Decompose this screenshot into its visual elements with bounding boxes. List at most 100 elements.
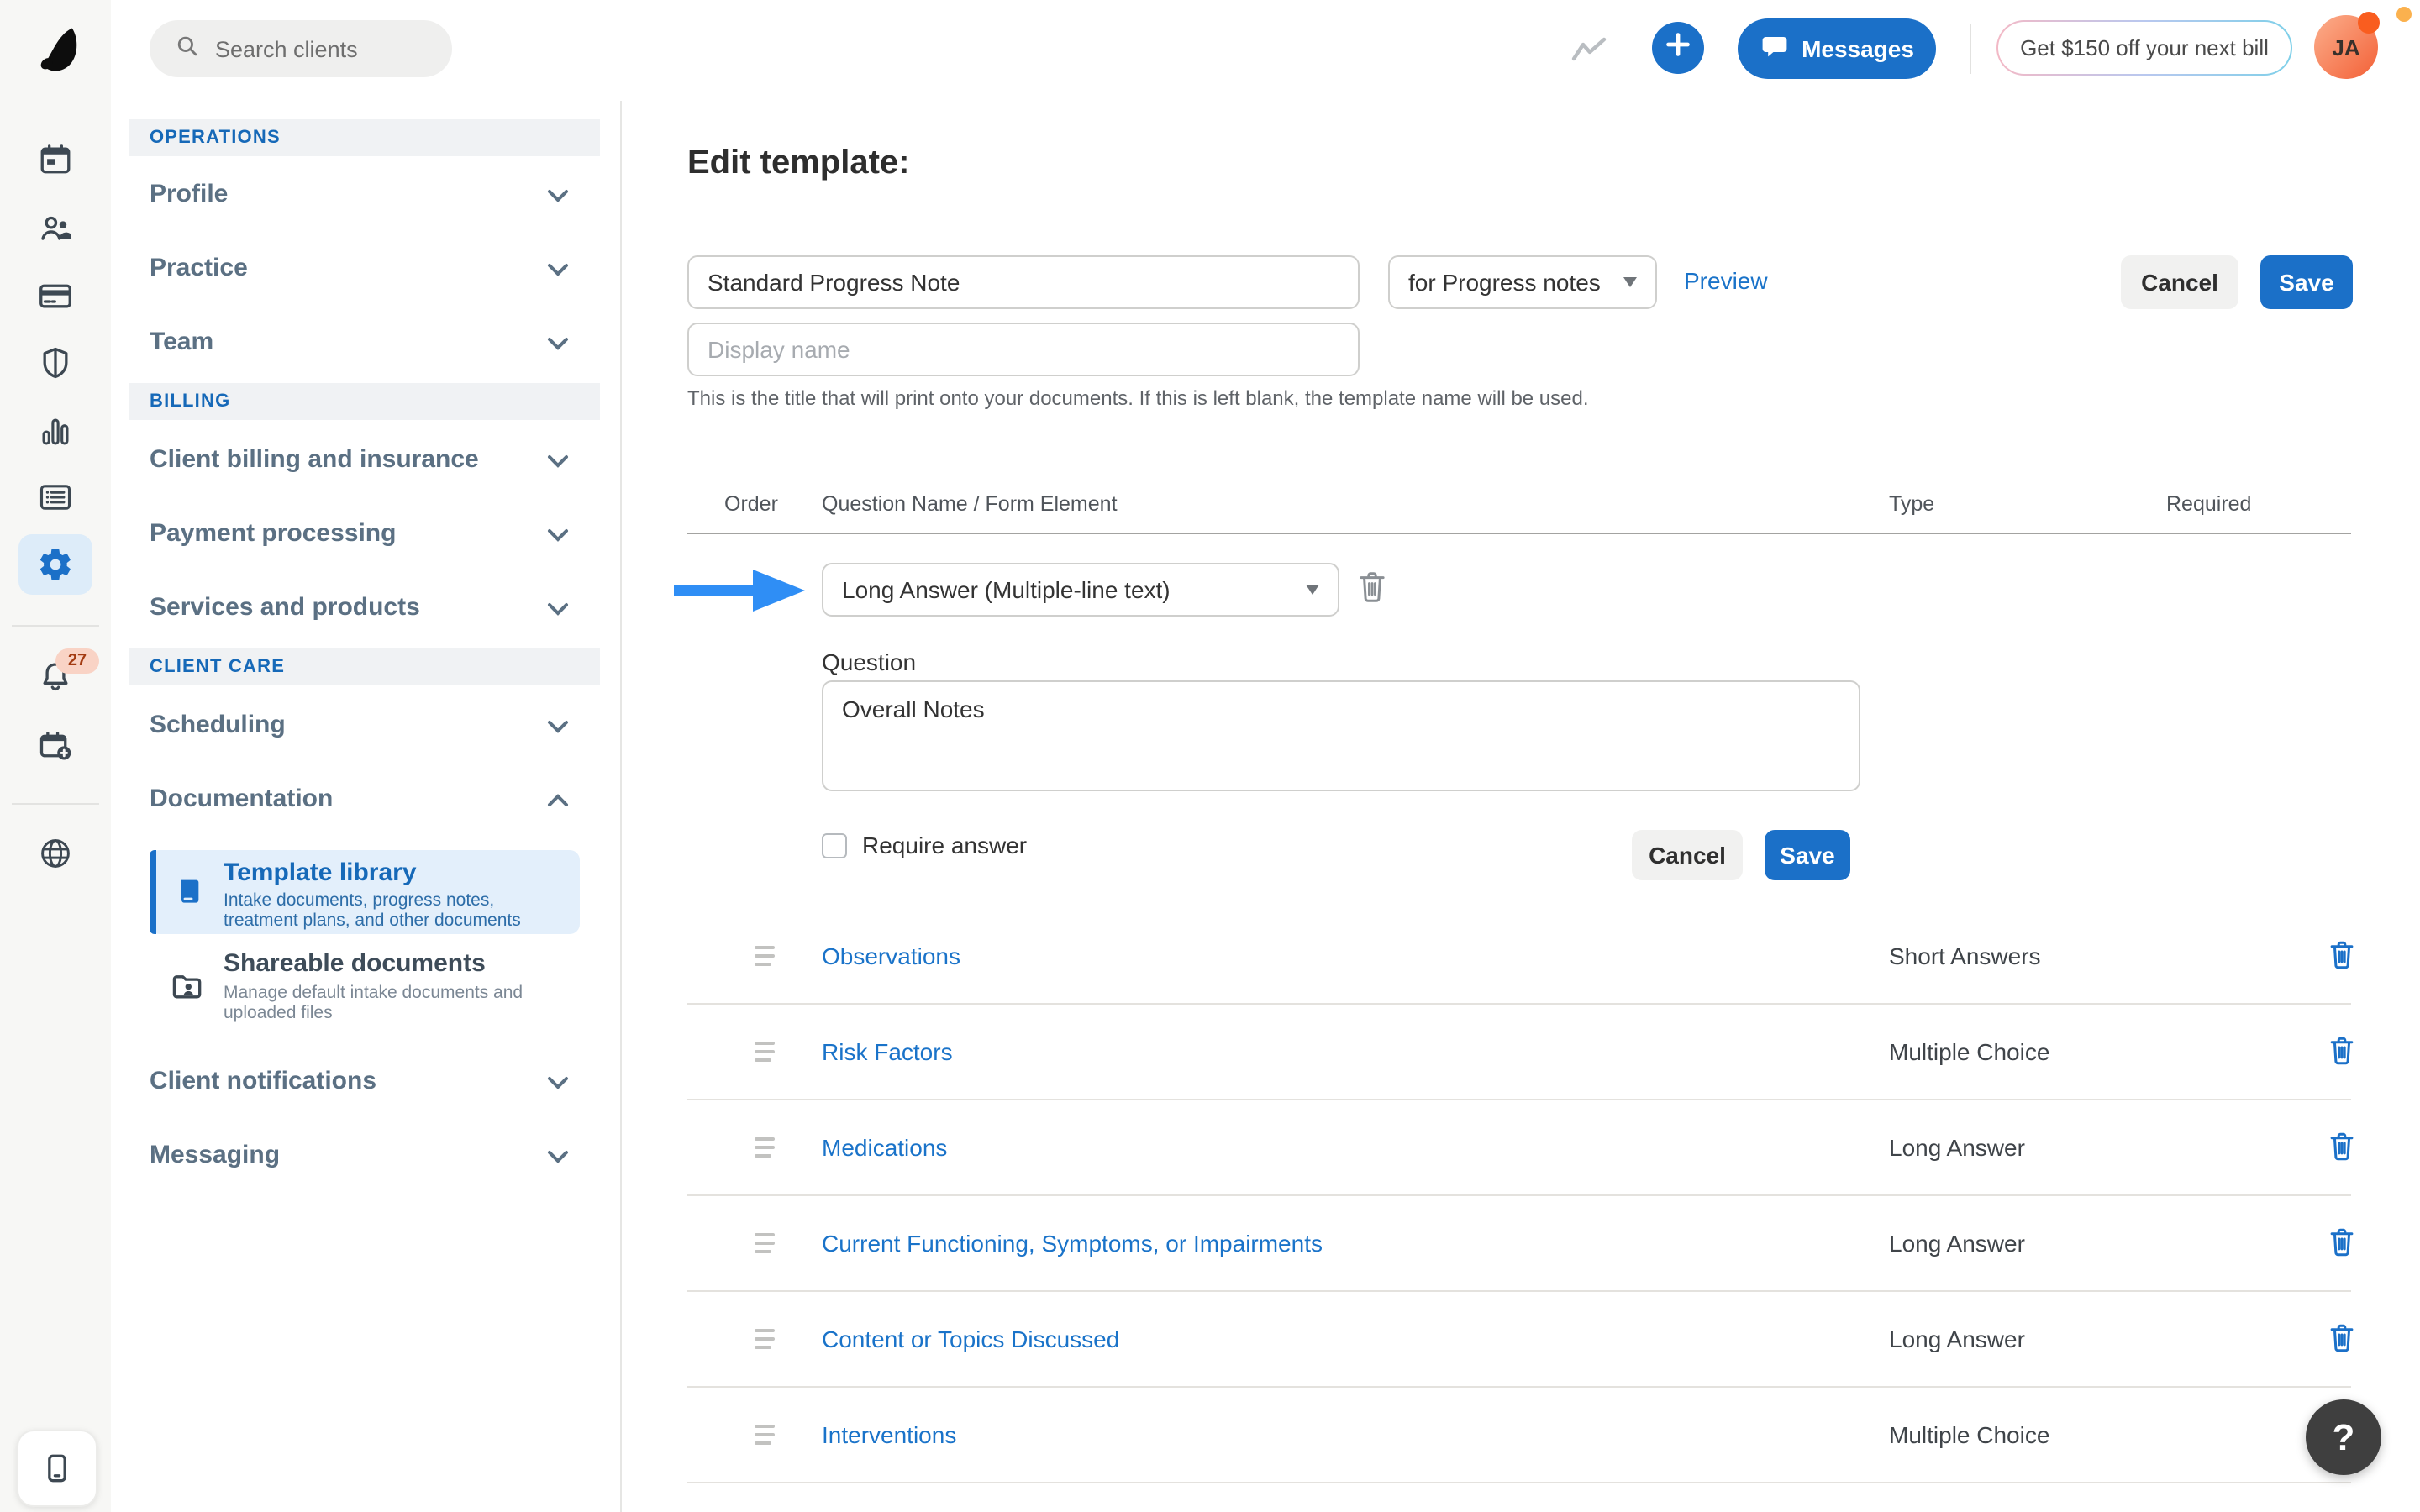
offer-label: Get $150 off your next bill	[2020, 35, 2269, 60]
question-type: Long Answer	[1889, 1134, 2025, 1161]
simplepractice-logo-icon[interactable]	[32, 25, 79, 72]
drag-handle-icon[interactable]	[755, 1233, 778, 1263]
chevron-down-icon	[546, 188, 570, 203]
sidebar-item-template-library-active[interactable]: Template library Intake documents, progr…	[150, 850, 580, 934]
sidebar-item-payment-processing[interactable]: Payment processing	[150, 497, 580, 571]
rail-divider	[12, 625, 99, 627]
search-icon	[173, 32, 202, 66]
notes-list-icon[interactable]	[37, 479, 74, 516]
template-name-input[interactable]	[687, 255, 1360, 309]
avatar-status-dot	[2358, 12, 2380, 34]
cancel-button[interactable]: Cancel	[2121, 255, 2238, 309]
billing-card-icon[interactable]	[37, 277, 74, 314]
messages-label: Messages	[1802, 35, 1914, 62]
sidebar-item-client-notifications[interactable]: Client notifications	[150, 1045, 580, 1119]
clients-icon[interactable]	[37, 210, 74, 247]
calendar-add-icon[interactable]	[37, 727, 74, 764]
question-textarea[interactable]: Overall Notes	[822, 680, 1860, 791]
delete-row-button[interactable]	[2326, 1129, 2358, 1173]
settings-sidebar: OPERATIONS Profile Practice Team BILLING…	[111, 101, 622, 1512]
trend-icon[interactable]	[1571, 37, 1607, 71]
question-type: Multiple Choice	[1889, 1421, 2049, 1448]
sidebar-item-team[interactable]: Team	[150, 306, 580, 380]
messages-button[interactable]: Messages	[1738, 18, 1936, 79]
question-link[interactable]: Content or Topics Discussed	[822, 1326, 1119, 1352]
mobile-app-button[interactable]	[17, 1430, 97, 1507]
table-header-divider	[687, 533, 2351, 534]
plus-icon	[1665, 31, 1691, 65]
offer-button[interactable]: Get $150 off your next bill	[1996, 20, 2292, 76]
drag-handle-icon[interactable]	[755, 1425, 778, 1455]
sidebar-item-scheduling[interactable]: Scheduling	[150, 689, 580, 763]
create-new-button[interactable]	[1652, 22, 1704, 74]
topbar-divider	[1970, 24, 1971, 74]
column-header-type: Type	[1889, 492, 1934, 516]
question-label: Question	[822, 648, 916, 675]
delete-field-button[interactable]	[1355, 568, 1390, 615]
globe-icon[interactable]	[37, 835, 74, 872]
settings-nav-active[interactable]	[18, 534, 92, 595]
sidebar-item-profile[interactable]: Profile	[150, 158, 580, 232]
editor-cancel-button[interactable]: Cancel	[1632, 830, 1743, 880]
sidebar-item-documentation[interactable]: Documentation	[150, 763, 580, 837]
require-answer-checkbox[interactable]	[822, 833, 847, 858]
save-button[interactable]: Save	[2260, 255, 2353, 309]
icon-rail: 27	[0, 0, 111, 1512]
drag-handle-icon[interactable]	[755, 946, 778, 976]
delete-row-button[interactable]	[2326, 1320, 2358, 1364]
question-link[interactable]: Risk Factors	[822, 1038, 953, 1065]
section-header-client-care: CLIENT CARE	[129, 648, 600, 685]
chevron-down-icon	[546, 336, 570, 351]
question-type: Multiple Choice	[1889, 1038, 2049, 1065]
sidebar-item-client-billing[interactable]: Client billing and insurance	[150, 423, 580, 497]
section-header-operations: OPERATIONS	[129, 119, 600, 156]
delete-row-button[interactable]	[2326, 937, 2358, 981]
template-type-select[interactable]: for Progress notes	[1388, 255, 1657, 309]
editor-save-button[interactable]: Save	[1765, 830, 1850, 880]
notification-badge: 27	[55, 648, 99, 674]
pointer-arrow-annotation	[674, 566, 808, 623]
chevron-down-icon	[546, 1149, 570, 1164]
active-indicator-bar	[150, 850, 155, 934]
delete-row-button[interactable]	[2326, 1225, 2358, 1268]
search-input[interactable]: Search clients	[150, 20, 452, 77]
delete-row-button[interactable]	[2326, 1033, 2358, 1077]
question-link[interactable]: Medications	[822, 1134, 947, 1161]
question-link[interactable]: Current Functioning, Symptoms, or Impair…	[822, 1230, 1323, 1257]
rail-divider	[12, 803, 99, 805]
app-window: 27 Search clients Messages	[0, 0, 2420, 1512]
question-link[interactable]: Interventions	[822, 1421, 956, 1448]
analytics-chart-icon[interactable]	[37, 413, 74, 450]
trash-icon	[2326, 1129, 2358, 1164]
question-type: Long Answer	[1889, 1230, 2025, 1257]
topbar: Search clients Messages Get $150 off you…	[111, 0, 2420, 102]
question-type: Long Answer	[1889, 1326, 2025, 1352]
chat-bubble-icon	[1760, 31, 1790, 66]
trash-icon	[1355, 568, 1390, 606]
table-row: Current Functioning, Symptoms, or Impair…	[687, 1196, 2351, 1292]
trash-icon	[2326, 1225, 2358, 1260]
drag-handle-icon[interactable]	[755, 1329, 778, 1359]
trash-icon	[2326, 1033, 2358, 1068]
sidebar-item-messaging[interactable]: Messaging	[150, 1119, 580, 1193]
sidebar-item-services-products[interactable]: Services and products	[150, 571, 580, 645]
trash-icon	[2326, 937, 2358, 973]
drag-handle-icon[interactable]	[755, 1042, 778, 1072]
chevron-down-icon	[546, 1075, 570, 1090]
table-row: Risk Factors Multiple Choice	[687, 1005, 2351, 1100]
display-name-input[interactable]	[687, 323, 1360, 376]
display-name-helper-text: This is the title that will print onto y…	[687, 386, 1589, 410]
insurance-shield-icon[interactable]	[37, 344, 74, 381]
template-library-title: Template library	[224, 858, 417, 887]
calendar-icon[interactable]	[37, 141, 74, 178]
template-library-subtitle: Intake documents, progress notes, treatm…	[224, 890, 568, 931]
preview-link[interactable]: Preview	[1684, 267, 1768, 294]
field-type-select[interactable]: Long Answer (Multiple-line text)	[822, 563, 1339, 617]
sidebar-item-practice[interactable]: Practice	[150, 232, 580, 306]
table-row: Medications Long Answer	[687, 1100, 2351, 1196]
search-placeholder: Search clients	[215, 36, 358, 61]
question-link[interactable]: Observations	[822, 942, 960, 969]
help-button[interactable]: ?	[2306, 1399, 2381, 1475]
drag-handle-icon[interactable]	[755, 1137, 778, 1168]
chevron-down-icon	[546, 454, 570, 469]
